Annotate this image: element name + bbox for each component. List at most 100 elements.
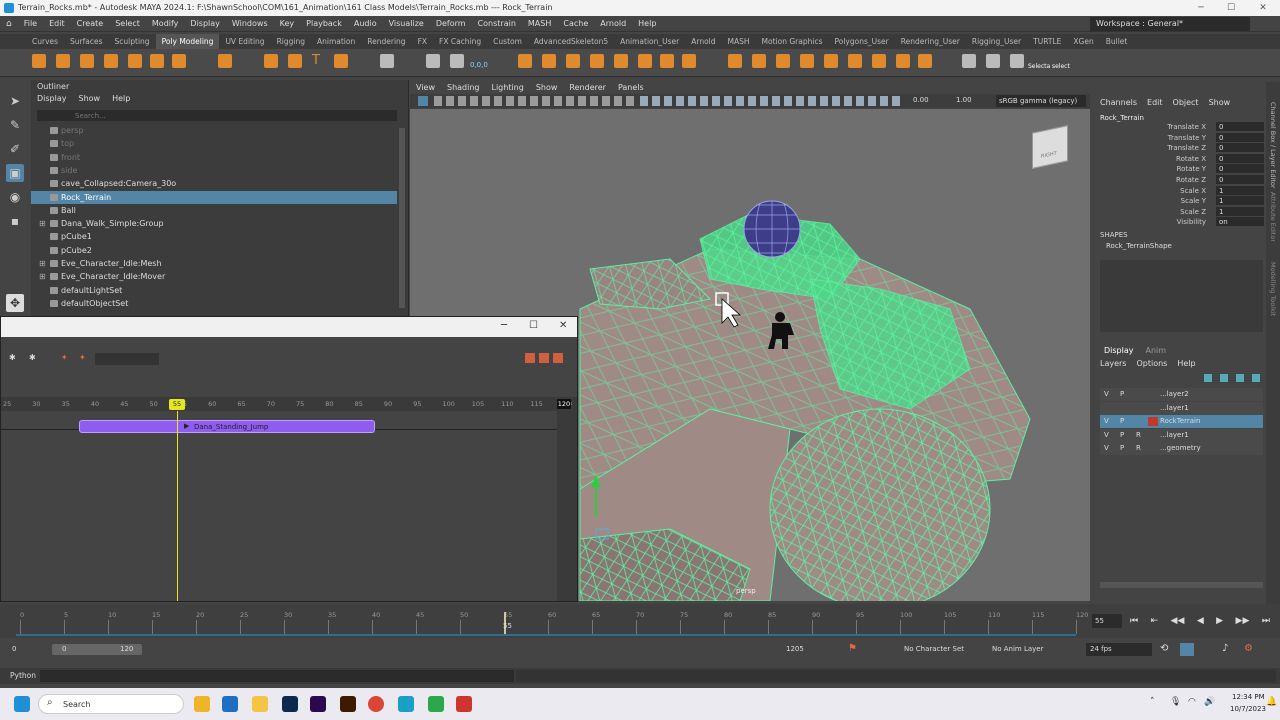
shelf-tab-fx[interactable]: FX bbox=[412, 34, 433, 49]
move-tool-icon[interactable]: ▣ bbox=[6, 164, 24, 182]
current-frame-field[interactable]: 55 bbox=[1092, 614, 1122, 628]
outliner-item[interactable]: ⊞ Eve_Character_Idle:Mover bbox=[31, 270, 397, 283]
layer-menu-options[interactable]: Options bbox=[1136, 359, 1177, 368]
layer-row[interactable]: ...layer1 bbox=[1100, 401, 1263, 415]
insert-loop-icon[interactable] bbox=[776, 54, 790, 68]
outliner-item[interactable]: front bbox=[31, 151, 397, 164]
bridge-icon[interactable] bbox=[638, 54, 652, 68]
expand-icon[interactable]: ⊞ bbox=[39, 217, 46, 230]
menu-mash[interactable]: MASH bbox=[522, 16, 557, 32]
shelf-tab-xgen[interactable]: XGen bbox=[1067, 34, 1099, 49]
taskbar-search[interactable]: ⌕ Search bbox=[38, 694, 184, 714]
range-slider-bar[interactable]: 0 120 bbox=[52, 644, 142, 655]
dash-icon[interactable] bbox=[986, 54, 1000, 68]
menu-audio[interactable]: Audio bbox=[348, 16, 383, 32]
lasso-tool-icon[interactable]: ✎ bbox=[6, 116, 24, 134]
start-icon[interactable] bbox=[14, 696, 30, 712]
trax-tool2-icon[interactable]: ✱ bbox=[29, 353, 36, 362]
home-icon[interactable]: ⌂ bbox=[0, 16, 18, 32]
channel-row[interactable]: Translate Z 0 bbox=[1096, 143, 1266, 153]
channel-row[interactable]: Rotate Z 0 bbox=[1096, 175, 1266, 185]
menu-edit[interactable]: Edit bbox=[43, 16, 71, 32]
shelf-tab-rigging[interactable]: Rigging bbox=[271, 34, 311, 49]
cylinder-icon[interactable] bbox=[80, 54, 94, 68]
wifi-icon[interactable]: ◠ bbox=[1188, 697, 1196, 707]
layer-render[interactable]: R bbox=[1136, 442, 1141, 455]
menu-help[interactable]: Help bbox=[632, 16, 662, 32]
select-camera-icon[interactable] bbox=[418, 96, 428, 106]
star-icon[interactable] bbox=[264, 54, 278, 68]
modelling-toolkit-tab[interactable]: Modelling Toolkit bbox=[1269, 262, 1277, 316]
shelf-tab-poly-modeling[interactable]: Poly Modeling bbox=[155, 34, 220, 49]
fill-icon[interactable] bbox=[660, 54, 674, 68]
cone-icon[interactable] bbox=[104, 54, 118, 68]
premiere-icon[interactable] bbox=[310, 696, 326, 712]
shelf-tab-advancedskeleton5[interactable]: AdvancedSkeleton5 bbox=[528, 34, 614, 49]
menu-windows[interactable]: Windows bbox=[226, 16, 274, 32]
menu-deform[interactable]: Deform bbox=[430, 16, 472, 32]
outliner-item[interactable]: Rock_Terrain bbox=[31, 190, 397, 204]
disc-icon[interactable] bbox=[172, 54, 186, 68]
fps-select[interactable]: 24 fps bbox=[1086, 643, 1152, 656]
shelf-tab-mash[interactable]: MASH bbox=[722, 34, 756, 49]
shelf-tab-rendering-user[interactable]: Rendering_User bbox=[895, 34, 966, 49]
channel-row[interactable]: Scale Z 1 bbox=[1096, 206, 1266, 217]
trax-key-icon[interactable]: ✦ bbox=[61, 353, 68, 362]
close-button[interactable]: ✕ bbox=[1248, 0, 1278, 16]
outliner-item[interactable]: cave_Collapsed:Camera_30o bbox=[31, 177, 397, 190]
step-back-icon[interactable]: ◀◀ bbox=[1171, 616, 1185, 626]
script-language-label[interactable]: Python bbox=[10, 671, 36, 680]
snap-icon[interactable] bbox=[426, 54, 440, 68]
channel-value[interactable]: on bbox=[1216, 217, 1264, 227]
rotate-tool-icon[interactable]: ◉ bbox=[6, 188, 24, 206]
channel-row[interactable]: Scale X 1 bbox=[1096, 185, 1266, 196]
text-icon[interactable]: T bbox=[312, 54, 326, 68]
shelf-tab-surfaces[interactable]: Surfaces bbox=[64, 34, 108, 49]
layer-visibility[interactable]: V bbox=[1104, 429, 1109, 442]
channel-value[interactable]: 1 bbox=[1216, 206, 1264, 216]
explorer-icon[interactable] bbox=[252, 696, 268, 712]
trax-key2-icon[interactable]: ✦ bbox=[79, 353, 86, 362]
layer-visibility[interactable]: V bbox=[1104, 442, 1109, 455]
minimize-button[interactable]: ─ bbox=[1186, 0, 1216, 16]
workspace-selector[interactable]: Workspace : General* bbox=[1090, 17, 1250, 31]
trax-close-button[interactable]: ✕ bbox=[559, 320, 567, 331]
trax-maximize-button[interactable]: ☐ bbox=[529, 320, 538, 331]
menu-key[interactable]: Key bbox=[274, 16, 301, 32]
outliner-item[interactable]: defaultLightSet bbox=[31, 284, 397, 297]
menu-select[interactable]: Select bbox=[109, 16, 146, 32]
layer-menu-layers[interactable]: Layers bbox=[1100, 359, 1136, 368]
camtasia-icon[interactable] bbox=[428, 696, 444, 712]
maya-taskbar-icon[interactable] bbox=[398, 696, 414, 712]
outliner-menu-help[interactable]: Help bbox=[112, 94, 142, 103]
gamma-value[interactable]: 1.00 bbox=[956, 96, 972, 104]
layer-row[interactable]: V P ...layer2 bbox=[1100, 388, 1263, 401]
shelf-tab-rendering[interactable]: Rendering bbox=[361, 34, 411, 49]
viewport-menu-show[interactable]: Show bbox=[530, 82, 564, 94]
cleanup-icon[interactable] bbox=[918, 54, 932, 68]
outliner-search-input[interactable] bbox=[37, 110, 397, 121]
channel-value[interactable]: 0 bbox=[1216, 164, 1264, 174]
outliner-item[interactable]: pCube1 bbox=[31, 230, 397, 243]
outliner-item[interactable]: top bbox=[31, 137, 397, 150]
smooth-icon[interactable] bbox=[566, 54, 580, 68]
menu-create[interactable]: Create bbox=[71, 16, 110, 32]
menu-modify[interactable]: Modify bbox=[146, 16, 185, 32]
menu-visualize[interactable]: Visualize bbox=[383, 16, 430, 32]
layer-render[interactable]: R bbox=[1136, 429, 1141, 442]
shelf-tab-animation[interactable]: Animation bbox=[311, 34, 361, 49]
menu-constrain[interactable]: Constrain bbox=[472, 16, 522, 32]
widgets-icon[interactable] bbox=[194, 696, 210, 712]
expand-icon[interactable]: ⊞ bbox=[39, 257, 46, 270]
outliner-item[interactable]: defaultObjectSet bbox=[31, 297, 397, 310]
play-back-icon[interactable]: ◀ bbox=[1197, 616, 1204, 626]
viewport-menu-shading[interactable]: Shading bbox=[441, 82, 486, 94]
prefs-icon[interactable]: ⚙ bbox=[1244, 643, 1253, 654]
layer-color-swatch[interactable] bbox=[1148, 417, 1158, 426]
animation-clip[interactable]: ▶ Dana_Standing_Jump bbox=[79, 420, 375, 433]
pipe-icon[interactable] bbox=[288, 54, 302, 68]
loop-icon[interactable]: ⟲ bbox=[1160, 643, 1168, 654]
trax-view-icons[interactable] bbox=[525, 353, 565, 363]
trax-scrollbar[interactable] bbox=[557, 411, 577, 601]
outliner-item[interactable]: side bbox=[31, 164, 397, 177]
